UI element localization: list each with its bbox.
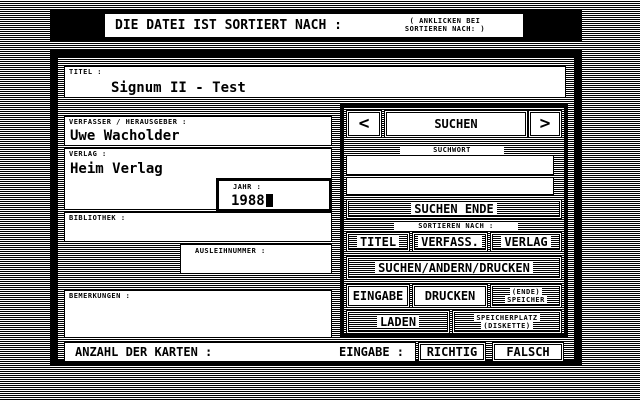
- header-title: DIE DATEI IST SORTIERT NACH :: [115, 18, 342, 33]
- anzahl-panel: ANZAHL DER KARTEN : EINGABE :: [64, 342, 416, 362]
- sortieren-label: SORTIEREN NACH :: [394, 223, 518, 230]
- suchen-andern-drucken-button[interactable]: SUCHEN/ANDERN/DRUCKEN: [346, 256, 562, 280]
- next-button[interactable]: >: [528, 110, 562, 138]
- titel-value: Signum II - Test: [111, 80, 246, 96]
- bemerkungen-field[interactable]: BEMERKUNGEN :: [64, 290, 332, 338]
- verfasser-label: VERFASSER / HERAUSGEBER :: [69, 118, 187, 126]
- jahr-label: JAHR :: [233, 183, 262, 191]
- bibliothek-field[interactable]: BIBLIOTHEK :: [64, 212, 332, 242]
- jahr-field[interactable]: JAHR : 1988: [216, 178, 332, 212]
- falsch-button[interactable]: FALSCH: [492, 342, 564, 362]
- header-hint-line1: ( ANKLICKEN BEI: [409, 17, 481, 25]
- header-panel: DIE DATEI IST SORTIERT NACH : ( ANKLICKE…: [104, 13, 524, 38]
- verlag-label: VERLAG :: [69, 150, 107, 158]
- suchen-ende-label: SUCHEN ENDE: [411, 203, 497, 215]
- eingabe-label: EINGABE: [352, 289, 404, 303]
- previous-button[interactable]: <: [346, 110, 382, 138]
- sort-titel-label: TITEL: [356, 236, 400, 248]
- eingabe-button[interactable]: EINGABE: [346, 284, 410, 308]
- header-hint-line2: SORTIEREN NACH: ): [404, 25, 486, 33]
- ende-speicher-line2: SPEICHER: [505, 296, 547, 304]
- suchen-button[interactable]: SUCHEN: [384, 110, 528, 138]
- sort-verfass-button[interactable]: VERFASS.: [412, 232, 488, 252]
- suchen-label: SUCHEN: [434, 117, 478, 131]
- ausleihnummer-label: AUSLEIHNUMMER :: [195, 247, 266, 255]
- verlag-value: Heim Verlag: [70, 161, 163, 177]
- suchwort-input-2[interactable]: [346, 177, 554, 195]
- laden-button[interactable]: LADEN: [346, 310, 450, 334]
- suchen-ende-button[interactable]: SUCHEN ENDE: [346, 199, 562, 219]
- verfasser-field[interactable]: VERFASSER / HERAUSGEBER : Uwe Wacholder: [64, 116, 332, 146]
- richtig-button[interactable]: RICHTIG: [418, 342, 486, 362]
- mode-label: EINGABE :: [339, 345, 405, 359]
- jahr-value-text: 1988: [231, 193, 265, 209]
- suchen-andern-drucken-label: SUCHEN/ANDERN/DRUCKEN: [375, 262, 533, 274]
- sort-verlag-label: VERLAG: [501, 236, 551, 248]
- anzahl-label: ANZAHL DER KARTEN :: [75, 345, 213, 359]
- titel-label: TITEL :: [69, 68, 103, 76]
- bemerkungen-label: BEMERKUNGEN :: [69, 292, 131, 300]
- speicherplatz-line1: SPEICHERPLATZ: [474, 314, 540, 322]
- suchwort-label: SUCHWORT: [400, 147, 504, 154]
- ende-speicher-line1: (ENDE): [509, 288, 543, 296]
- drucken-button[interactable]: DRUCKEN: [412, 284, 488, 308]
- sort-verfass-label: VERFASS.: [418, 236, 482, 248]
- chevron-left-icon: <: [358, 113, 370, 134]
- ausleihnummer-field[interactable]: AUSLEIHNUMMER :: [180, 244, 332, 274]
- richtig-label: RICHTIG: [426, 345, 478, 359]
- header-hint: ( ANKLICKEN BEI SORTIEREN NACH: ): [380, 17, 510, 33]
- text-cursor: [265, 194, 273, 207]
- verfasser-value: Uwe Wacholder: [70, 128, 180, 144]
- titel-field[interactable]: TITEL : Signum II - Test: [64, 66, 566, 98]
- sort-verlag-button[interactable]: VERLAG: [490, 232, 562, 252]
- ende-speicher-button[interactable]: (ENDE) SPEICHER: [490, 284, 562, 308]
- drucken-label: DRUCKEN: [424, 289, 476, 303]
- speicherplatz-line2: (DISKETTE): [481, 322, 533, 330]
- falsch-label: FALSCH: [506, 345, 550, 359]
- jahr-value: 1988: [231, 194, 273, 208]
- suchwort-input-1[interactable]: [346, 155, 554, 175]
- sort-titel-button[interactable]: TITEL: [346, 232, 410, 252]
- bibliothek-label: BIBLIOTHEK :: [69, 214, 126, 222]
- chevron-right-icon: >: [539, 113, 551, 134]
- laden-label: LADEN: [376, 316, 420, 328]
- speicherplatz-button[interactable]: SPEICHERPLATZ (DISKETTE): [452, 310, 562, 334]
